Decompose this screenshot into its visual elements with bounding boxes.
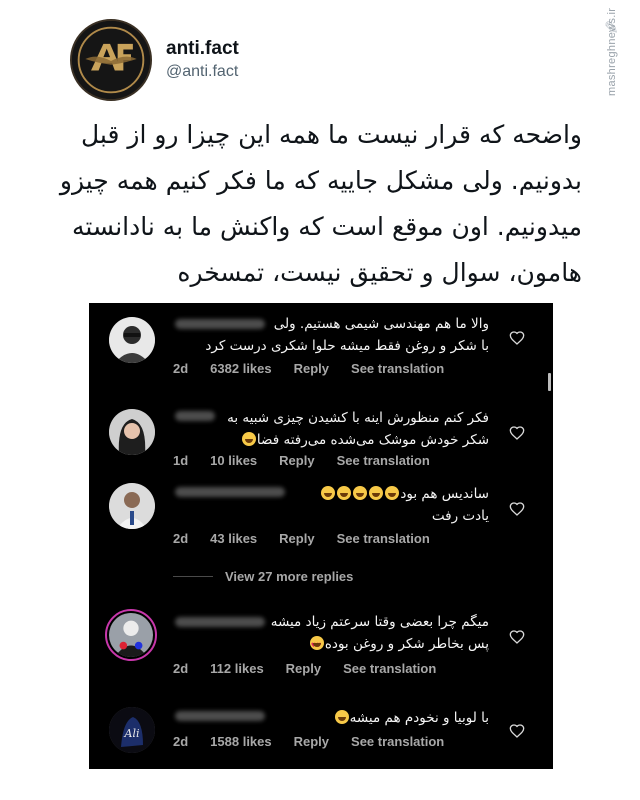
divider [173, 576, 213, 577]
tweet-text: واضحه که قرار نیست ما همه این چیزا رو از… [59, 112, 582, 296]
tweet-header: anti.fact @anti.fact [70, 18, 239, 102]
comment-line: یادت رفت [431, 508, 489, 524]
comment-likes[interactable]: 112 likes [210, 661, 264, 676]
comment-line-with-emoji: پس بخاطر شکر و روغن بوده [159, 633, 489, 657]
comment-time: 2d [173, 734, 189, 749]
comment-line: فکر کنم منظورش اینه با کشیدن چیزی شبیه ب… [227, 410, 489, 426]
see-translation-button[interactable]: See translation [337, 531, 430, 546]
tweet-text-line: واضحه که قرار نیست ما همه این چیزا رو از… [81, 120, 582, 149]
comment-meta: 2d 112 likes Reply See translation [173, 661, 458, 676]
laughing-emoji-icon [337, 486, 352, 500]
comment-text: میگم چرا بعضی وقتا سرعتم زیاد میشه پس بخ… [159, 611, 489, 657]
profile-avatar[interactable] [70, 19, 152, 101]
comment-line: با شکر و روغن فقط میشه حلوا شکری درست کر… [205, 338, 489, 354]
laughing-emoji-icon [334, 710, 349, 724]
person-avatar-icon [109, 409, 155, 455]
comment-time: 1d [173, 453, 189, 468]
display-name[interactable]: anti.fact [166, 37, 239, 61]
person-avatar-icon [109, 613, 153, 657]
laughing-emoji-icon [241, 432, 256, 446]
comment-line-with-emoji: شکر خودش موشک می‌شده می‌رفته فضا [159, 429, 489, 451]
comment-line: شکر خودش موشک می‌شده می‌رفته فضا [256, 432, 489, 448]
comment-likes[interactable]: 1588 likes [210, 734, 271, 749]
svg-text:Ali: Ali [124, 727, 140, 740]
see-translation-button[interactable]: See translation [343, 661, 436, 676]
anti-fact-logo-icon [72, 21, 150, 99]
see-translation-button[interactable]: See translation [351, 361, 444, 376]
reply-button[interactable]: Reply [294, 361, 329, 376]
comment-meta: 1d 10 likes Reply See translation [173, 453, 452, 468]
comment-likes[interactable]: 43 likes [210, 531, 257, 546]
laughing-emoji-icon [353, 486, 368, 500]
see-translation-button[interactable]: See translation [337, 453, 430, 468]
comment-time: 2d [173, 531, 189, 546]
like-heart-icon[interactable] [509, 723, 525, 739]
comment-text: والا ما هم مهندسی شیمی هستیم. ولی با شکر… [159, 313, 489, 357]
comment-line: ساندیس هم بود [400, 486, 489, 502]
tweet-text-line: بدونیم. ولی مشکل جاییه که ما فکر کنیم هم… [59, 166, 582, 195]
comment-time: 2d [173, 361, 189, 376]
reply-button[interactable]: Reply [286, 661, 321, 676]
user-handle[interactable]: @anti.fact [166, 61, 239, 83]
reply-button[interactable]: Reply [279, 453, 314, 468]
commenter-avatar[interactable] [109, 483, 155, 529]
heart-eyes-emoji-icon [309, 635, 324, 657]
person-avatar-icon [109, 483, 155, 529]
view-more-replies-label[interactable]: View 27 more replies [225, 569, 353, 584]
laughing-emoji-icon [385, 486, 400, 500]
comment-meta: 2d 43 likes Reply See translation [173, 531, 452, 546]
instagram-comments-screenshot: والا ما هم مهندسی شیمی هستیم. ولی با شکر… [89, 303, 553, 769]
comment-text: ساندیس هم بود یادت رفت [159, 483, 489, 527]
comment-likes[interactable]: 10 likes [210, 453, 257, 468]
comment-line-with-emoji: ساندیس هم بود [159, 483, 489, 505]
like-heart-icon[interactable] [509, 425, 525, 441]
tweet-text-line: هامون، سوال و تحقیق نیست، تمسخره [177, 258, 582, 287]
like-heart-icon[interactable] [509, 501, 525, 517]
see-translation-button[interactable]: See translation [351, 734, 444, 749]
comment-likes[interactable]: 6382 likes [210, 361, 271, 376]
person-avatar-icon [109, 317, 155, 363]
reply-button[interactable]: Reply [279, 531, 314, 546]
commenter-avatar[interactable] [109, 317, 155, 363]
person-avatar-icon: Ali [109, 707, 155, 753]
comment-line-with-emoji: با لوبیا و نخودم هم میشه [159, 707, 489, 729]
reply-button[interactable]: Reply [294, 734, 329, 749]
view-more-replies[interactable]: View 27 more replies [173, 569, 353, 584]
commenter-avatar[interactable]: Ali [109, 707, 155, 753]
avatar-image [109, 613, 153, 657]
like-heart-icon[interactable] [509, 330, 525, 346]
comment-line: میگم چرا بعضی وقتا سرعتم زیاد میشه [270, 614, 489, 630]
tweet-text-line: میدونیم. اون موقع است که واکنش ما به ناد… [71, 212, 582, 241]
comment-text: با لوبیا و نخودم هم میشه [159, 707, 489, 729]
comment-meta: 2d 6382 likes Reply See translation [173, 361, 466, 376]
commenter-avatar[interactable] [109, 409, 155, 455]
like-heart-icon[interactable] [509, 629, 525, 645]
comment-time: 2d [173, 661, 189, 676]
comment-text: فکر کنم منظورش اینه با کشیدن چیزی شبیه ب… [159, 407, 489, 451]
laughing-emoji-icon [369, 486, 384, 500]
watermark: mashreghnews.ir [606, 8, 618, 97]
commenter-avatar[interactable] [105, 609, 157, 661]
laughing-emoji-icon [321, 486, 336, 500]
comment-meta: 2d 1588 likes Reply See translation [173, 734, 466, 749]
comment-line: پس بخاطر شکر و روغن بوده [324, 636, 489, 652]
comment-line: والا ما هم مهندسی شیمی هستیم. ولی [273, 316, 489, 332]
scrollbar[interactable] [548, 373, 551, 391]
comment-line: با لوبیا و نخودم هم میشه [349, 710, 489, 726]
